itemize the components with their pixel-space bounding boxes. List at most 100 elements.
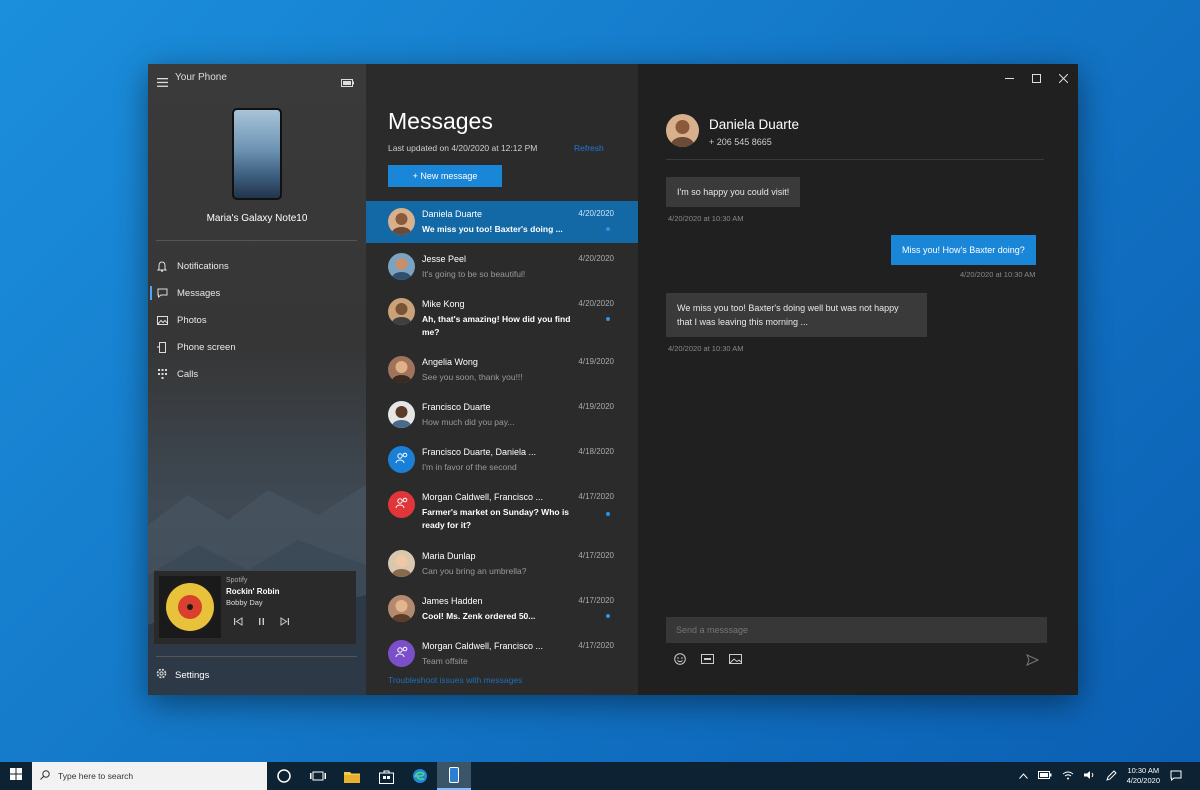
taskbar-clock[interactable]: 10:30 AM 4/20/2020	[1127, 766, 1160, 786]
start-button[interactable]	[0, 762, 32, 790]
message-date: 4/17/2020	[578, 596, 614, 605]
contact-name: Morgan Caldwell, Francisco ...	[422, 641, 544, 651]
nav-item-label: Phone screen	[177, 341, 236, 353]
new-message-button[interactable]: + New message	[388, 165, 502, 187]
edge-icon[interactable]	[403, 762, 437, 790]
settings-button[interactable]: Settings	[156, 668, 209, 682]
nav-item-label: Messages	[177, 287, 221, 299]
track-artist: Bobby Day	[226, 598, 263, 607]
conversation-item[interactable]: Jesse Peel 4/20/2020 It's going to be so…	[366, 246, 638, 288]
message-preview: How much did you pay...	[422, 417, 515, 427]
nav-item-label: Calls	[177, 368, 199, 380]
message-list-pane: Messages Last updated on 4/20/2020 at 12…	[366, 64, 638, 695]
image-icon[interactable]	[727, 652, 743, 666]
wifi-icon[interactable]	[1062, 771, 1074, 782]
message-preview: We miss you too! Baxter's doing ...	[422, 224, 563, 234]
notification-center-icon[interactable]	[1170, 770, 1182, 783]
your-phone-window: Your Phone Maria's Galaxy Note10 Notific…	[148, 64, 1078, 695]
send-icon[interactable]	[1026, 653, 1040, 671]
message-preview: Team offsite	[422, 656, 468, 666]
conversation-item[interactable]: James Hadden 4/17/2020 Cool! Ms. Zenk or…	[366, 588, 638, 630]
nav-item-phone-screen[interactable]: Phone screen	[156, 337, 356, 357]
settings-label: Settings	[175, 669, 210, 681]
contact-name: Francisco Duarte	[422, 402, 491, 412]
your-phone-taskbar-icon[interactable]	[437, 762, 471, 790]
contact-name: Mike Kong	[422, 299, 465, 309]
conversation-item[interactable]: Francisco Duarte 4/19/2020 How much did …	[366, 394, 638, 436]
conversation-item[interactable]: Francisco Duarte, Daniela ... 4/18/2020 …	[366, 439, 638, 481]
track-title: Rockin' Robin	[226, 587, 280, 596]
store-icon[interactable]	[369, 762, 403, 790]
pen-icon[interactable]	[1105, 769, 1117, 783]
nav-item-notifications[interactable]: Notifications	[156, 256, 356, 276]
message-date: 4/19/2020	[578, 357, 614, 366]
group-avatar	[388, 640, 415, 667]
gif-icon[interactable]	[699, 652, 715, 666]
contact-avatar	[666, 114, 699, 147]
nav-item-photos[interactable]: Photos	[156, 310, 356, 330]
minimize-icon[interactable]	[1001, 72, 1017, 84]
nav-item-calls[interactable]: Calls	[156, 364, 356, 384]
message-preview: Farmer's market on Sunday? Who is ready …	[422, 507, 570, 530]
conversation-item[interactable]: Maria Dunlap 4/17/2020 Can you bring an …	[366, 543, 638, 585]
avatar	[388, 208, 415, 235]
conversation-pane: Daniela Duarte + 206 545 8665 I'm so hap…	[638, 64, 1078, 695]
compose-message-input[interactable]	[666, 617, 1047, 643]
conversation-item[interactable]: Daniela Duarte 4/20/2020 We miss you too…	[366, 201, 638, 243]
emoji-icon[interactable]	[672, 652, 688, 666]
search-placeholder: Type here to search	[58, 771, 134, 781]
page-title: Messages	[388, 108, 493, 134]
taskbar: Type here to search 10:30 AM 4/20/2020	[0, 762, 1200, 790]
message-timestamp: 4/20/2020 at 10:30 AM	[668, 344, 744, 353]
chevron-up-icon[interactable]	[1018, 772, 1028, 781]
phone-name: Maria's Galaxy Note10	[206, 213, 308, 224]
nav-item-messages[interactable]: Messages	[150, 283, 356, 303]
close-icon[interactable]	[1055, 72, 1071, 84]
pause-icon[interactable]	[257, 617, 266, 628]
avatar	[388, 253, 415, 280]
cortana-icon[interactable]	[267, 762, 301, 790]
message-preview: It's going to be so beautiful!	[422, 269, 526, 279]
windows-logo-icon	[10, 767, 22, 785]
taskbar-search[interactable]: Type here to search	[32, 762, 267, 790]
group-icon	[395, 496, 409, 514]
contact-name: Morgan Caldwell, Francisco ...	[422, 492, 544, 502]
nav-pane: Your Phone Maria's Galaxy Note10 Notific…	[148, 64, 366, 695]
phone-image	[232, 108, 282, 200]
avatar	[388, 298, 415, 325]
photo-icon	[156, 315, 168, 325]
next-track-icon[interactable]	[280, 617, 289, 628]
conversation-item[interactable]: Mike Kong 4/20/2020 Ah, that's amazing! …	[366, 291, 638, 346]
avatar	[388, 595, 415, 622]
gear-icon	[156, 668, 167, 682]
previous-track-icon[interactable]	[234, 617, 243, 628]
outgoing-message: Miss you! How's Baxter doing?	[891, 235, 1036, 265]
contact-name: Daniela Duarte	[422, 209, 483, 219]
task-view-icon[interactable]	[301, 762, 335, 790]
conversation-item[interactable]: Angelia Wong 4/19/2020 See you soon, tha…	[366, 349, 638, 391]
system-tray: 10:30 AM 4/20/2020	[1018, 762, 1182, 790]
hamburger-menu-icon[interactable]	[157, 74, 168, 92]
group-avatar	[388, 446, 415, 473]
message-preview: Cool! Ms. Zenk ordered 50...	[422, 611, 536, 621]
maximize-icon[interactable]	[1028, 72, 1044, 84]
message-date: 4/17/2020	[578, 492, 614, 501]
unread-dot	[606, 227, 610, 231]
message-preview: I'm in favor of the second	[422, 462, 517, 472]
file-explorer-icon[interactable]	[335, 762, 369, 790]
search-icon	[40, 770, 50, 782]
conversation-item[interactable]: Morgan Caldwell, Francisco ... 4/17/2020…	[366, 633, 638, 675]
volume-icon[interactable]	[1083, 770, 1096, 782]
avatar	[388, 401, 415, 428]
contact-name: Maria Dunlap	[422, 551, 476, 561]
clock-time: 10:30 AM	[1127, 766, 1160, 775]
album-art	[159, 576, 221, 638]
battery-icon[interactable]	[1037, 771, 1052, 781]
contact-phone: + 206 545 8665	[709, 137, 772, 147]
avatar	[388, 356, 415, 383]
unread-dot	[606, 512, 610, 516]
troubleshoot-link[interactable]: Troubleshoot issues with messages	[388, 675, 522, 685]
contact-name: James Hadden	[422, 596, 483, 606]
refresh-link[interactable]: Refresh	[574, 143, 604, 153]
conversation-item[interactable]: Morgan Caldwell, Francisco ... 4/17/2020…	[366, 484, 638, 540]
